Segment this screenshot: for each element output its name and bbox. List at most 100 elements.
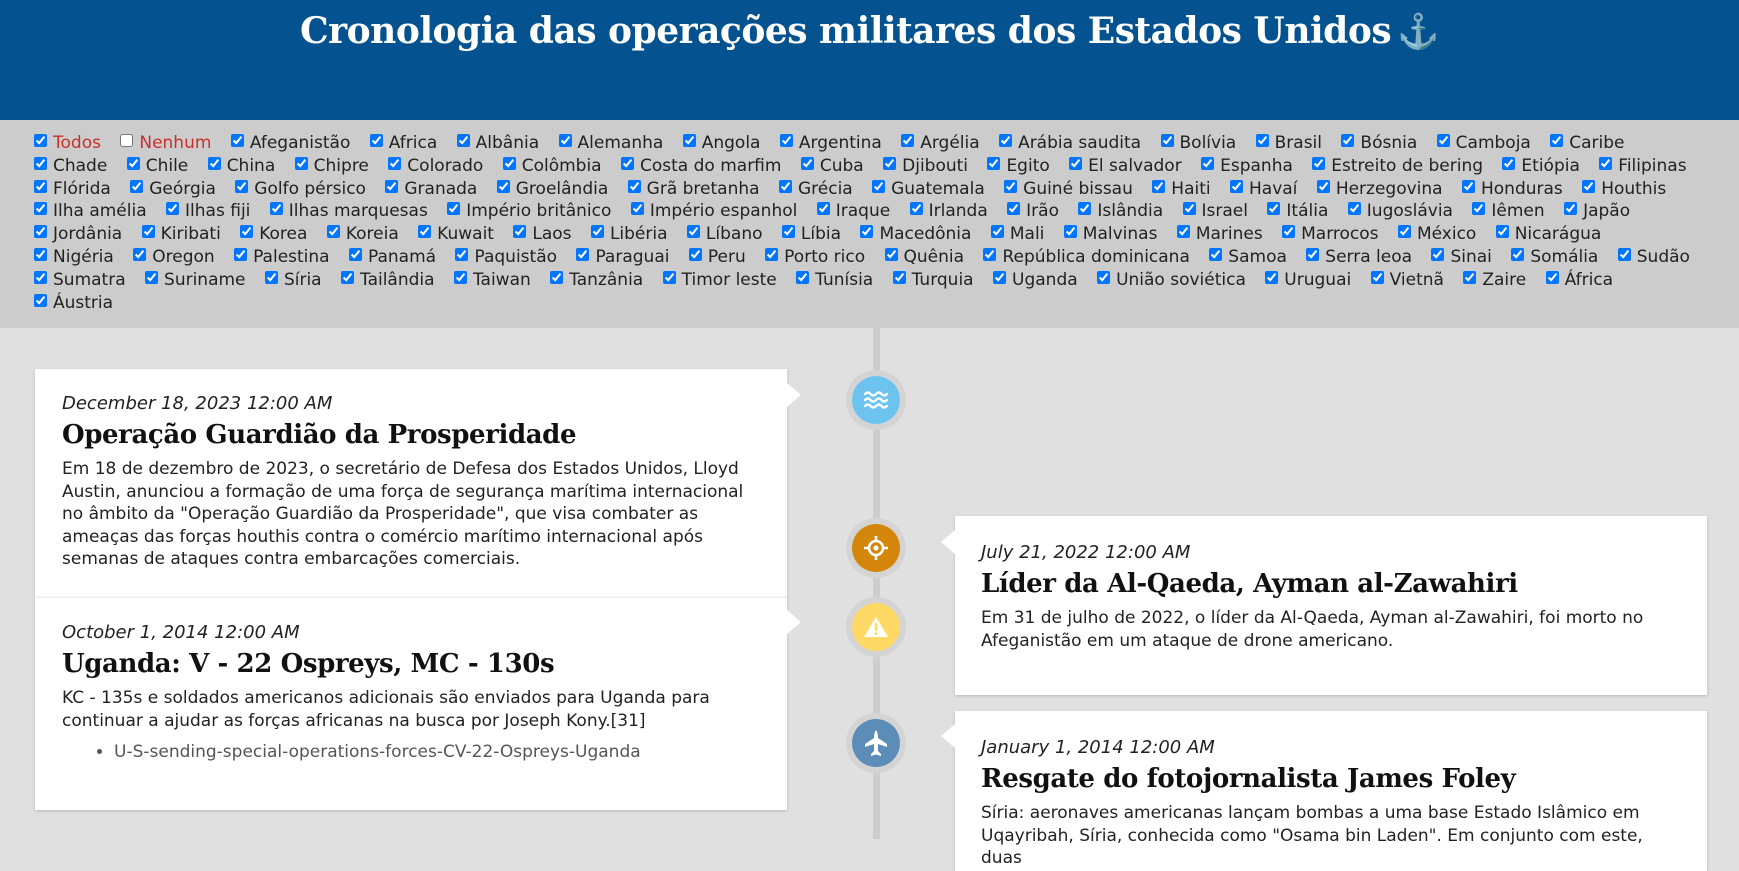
filter-country-item[interactable]: Peru	[688, 247, 746, 267]
filter-country-checkbox[interactable]	[796, 270, 810, 284]
filter-country-checkbox[interactable]	[1316, 179, 1330, 193]
filter-country-item[interactable]: Afeganistão	[230, 133, 350, 153]
filter-country-item[interactable]: Chile	[126, 156, 188, 176]
filter-country-checkbox[interactable]	[326, 225, 340, 239]
filter-country-item[interactable]: Chipre	[294, 156, 369, 176]
filter-country-checkbox[interactable]	[34, 156, 47, 170]
filter-country-checkbox[interactable]	[388, 156, 402, 170]
filter-country-item[interactable]: Suriname	[145, 270, 246, 290]
filter-country-item[interactable]: Koreia	[326, 224, 399, 244]
filter-country-checkbox[interactable]	[1265, 270, 1279, 284]
filter-country-item[interactable]: Guiné bissau	[1004, 179, 1133, 199]
filter-all-checkbox[interactable]	[34, 134, 47, 147]
filter-country-checkbox[interactable]	[1312, 156, 1326, 170]
filter-country-checkbox[interactable]	[240, 225, 254, 239]
filter-country-item[interactable]: Irão	[1007, 201, 1059, 221]
filter-country-item[interactable]: Samoa	[1209, 247, 1287, 267]
filter-country-checkbox[interactable]	[1436, 134, 1450, 147]
filter-country-checkbox[interactable]	[999, 134, 1013, 147]
filter-country-checkbox[interactable]	[1564, 202, 1578, 216]
filter-country-item[interactable]: Ilhas fiji	[166, 201, 250, 221]
filter-none[interactable]: Nenhum	[120, 133, 211, 153]
filter-country-checkbox[interactable]	[34, 202, 47, 216]
filter-country-item[interactable]: Áustria	[34, 293, 113, 313]
filter-country-item[interactable]: Argélia	[901, 133, 980, 153]
event-link[interactable]: U-S-sending-special-operations-forces-CV…	[114, 742, 761, 762]
filter-country-checkbox[interactable]	[1201, 156, 1215, 170]
filter-country-checkbox[interactable]	[349, 247, 362, 261]
filter-country-checkbox[interactable]	[901, 134, 915, 147]
filter-country-checkbox[interactable]	[892, 270, 906, 284]
filter-country-item[interactable]: Geórgia	[130, 179, 216, 199]
filter-country-checkbox[interactable]	[34, 270, 47, 284]
event-card[interactable]: January 1, 2014 12:00 AM Resgate do foto…	[955, 711, 1707, 871]
filter-country-checkbox[interactable]	[1347, 202, 1361, 216]
filter-country-item[interactable]: Jordânia	[34, 224, 122, 244]
filter-country-checkbox[interactable]	[456, 134, 470, 147]
filter-country-checkbox[interactable]	[1341, 134, 1355, 147]
filter-country-item[interactable]: Herzegovina	[1316, 179, 1443, 199]
filter-country-checkbox[interactable]	[1582, 179, 1596, 193]
filter-country-item[interactable]: Costa do marfim	[621, 156, 781, 176]
filter-country-checkbox[interactable]	[621, 156, 634, 170]
filter-country-checkbox[interactable]	[576, 247, 590, 261]
filter-country-checkbox[interactable]	[1545, 270, 1559, 284]
filter-country-checkbox[interactable]	[558, 134, 572, 147]
filter-country-checkbox[interactable]	[1007, 202, 1021, 216]
filter-country-checkbox[interactable]	[590, 225, 604, 239]
filter-country-item[interactable]: El salvador	[1069, 156, 1182, 176]
filter-country-item[interactable]: Islândia	[1078, 201, 1163, 221]
filter-country-checkbox[interactable]	[369, 134, 383, 147]
filter-country-checkbox[interactable]	[34, 179, 47, 193]
filter-country-checkbox[interactable]	[987, 156, 1001, 170]
filter-country-item[interactable]: Laos	[513, 224, 572, 244]
filter-country-item[interactable]: Ilhas marquesas	[269, 201, 428, 221]
filter-country-item[interactable]: Império britânico	[447, 201, 611, 221]
filter-country-item[interactable]: Iraque	[816, 201, 890, 221]
filter-none-checkbox[interactable]	[120, 134, 134, 147]
filter-country-checkbox[interactable]	[235, 179, 249, 193]
filter-country-item[interactable]: Uruguai	[1265, 270, 1351, 290]
filter-country-checkbox[interactable]	[872, 179, 886, 193]
filter-country-checkbox[interactable]	[686, 225, 700, 239]
filter-country-checkbox[interactable]	[502, 156, 516, 170]
filter-country-checkbox[interactable]	[34, 293, 47, 307]
filter-country-checkbox[interactable]	[1463, 270, 1477, 284]
filter-country-checkbox[interactable]	[133, 247, 147, 261]
filter-country-item[interactable]: Marines	[1176, 224, 1263, 244]
timeline-marker[interactable]	[846, 597, 906, 657]
filter-country-checkbox[interactable]	[269, 202, 283, 216]
event-card[interactable]: October 1, 2014 12:00 AM Uganda: V - 22 …	[35, 597, 787, 810]
filter-country-checkbox[interactable]	[765, 247, 779, 261]
filter-country-item[interactable]: Tunísia	[796, 270, 873, 290]
filter-country-checkbox[interactable]	[1209, 247, 1223, 261]
filter-country-item[interactable]: Síria	[264, 270, 322, 290]
filter-country-checkbox[interactable]	[1306, 247, 1320, 261]
filter-country-checkbox[interactable]	[166, 202, 180, 216]
filter-country-checkbox[interactable]	[682, 134, 696, 147]
filter-country-checkbox[interactable]	[1182, 202, 1196, 216]
filter-country-checkbox[interactable]	[1255, 134, 1269, 147]
filter-country-item[interactable]: Palestina	[234, 247, 330, 267]
filter-country-checkbox[interactable]	[1502, 156, 1516, 170]
filter-country-item[interactable]: Libéria	[590, 224, 668, 244]
timeline-marker[interactable]	[846, 518, 906, 578]
filter-country-checkbox[interactable]	[1462, 179, 1475, 193]
filter-country-checkbox[interactable]	[145, 270, 159, 284]
filter-country-checkbox[interactable]	[385, 179, 399, 193]
filter-country-checkbox[interactable]	[800, 156, 814, 170]
filter-country-item[interactable]: Colômbia	[502, 156, 602, 176]
filter-country-item[interactable]: Cuba	[800, 156, 864, 176]
filter-country-checkbox[interactable]	[1550, 134, 1564, 147]
filter-country-checkbox[interactable]	[990, 225, 1004, 239]
filter-country-checkbox[interactable]	[1397, 225, 1411, 239]
filter-country-item[interactable]: Haiti	[1152, 179, 1211, 199]
filter-country-item[interactable]: África	[1545, 270, 1613, 290]
filter-country-item[interactable]: Flórida	[34, 179, 111, 199]
filter-country-checkbox[interactable]	[883, 156, 897, 170]
event-card[interactable]: December 18, 2023 12:00 AM Operação Guar…	[35, 369, 787, 597]
filter-country-item[interactable]: Colorado	[388, 156, 483, 176]
filter-country-checkbox[interactable]	[141, 225, 155, 239]
filter-country-checkbox[interactable]	[983, 247, 997, 261]
filter-country-item[interactable]: Korea	[240, 224, 307, 244]
